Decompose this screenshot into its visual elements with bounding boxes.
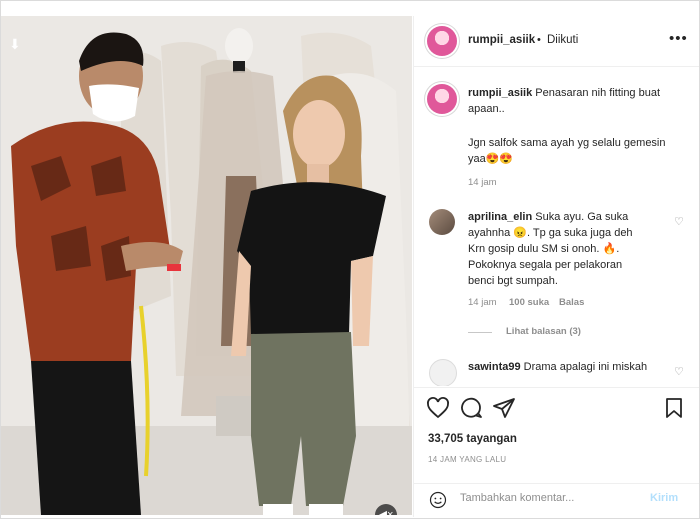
view-count[interactable]: 33,705 tayangan [428,433,517,445]
add-comment-input[interactable] [460,492,640,504]
view-replies-button[interactable]: Lihat balasan (3) [506,326,581,337]
author-avatar[interactable] [427,26,457,56]
caption-line-3: Jgn salfok sama ayah yg selalu gemesin [468,137,666,149]
save-bookmark-icon[interactable] [662,396,686,420]
follow-status-button[interactable]: Diikuti [547,34,578,46]
like-heart-icon[interactable] [426,396,450,420]
comment-username[interactable]: sawinta99 [468,361,521,373]
video-frame-illustration [1,16,412,515]
heart-icon[interactable]: ♡ [674,215,684,228]
caption-line-4: yaa😍😍 [468,153,514,165]
author-username[interactable]: rumpii_asiik [468,34,535,46]
caption-text-2: Jgn salfok sama ayah yg selalu gemesin y… [468,135,688,167]
comment-likes[interactable]: 100 suka [509,297,549,308]
action-bar [414,387,699,428]
comment-line-3: Krn gosip dulu SM si onoh. 🔥. [468,243,620,255]
comment-time: 14 jam [468,297,497,308]
caption-line-1: Penasaran nih fitting buat [535,87,661,99]
caption-text: rumpii_asiik Penasaran nih fitting buat … [468,85,688,117]
comment-line-1: Suka ayu. Ga suka [535,211,629,223]
caption-time: 14 jam [468,177,497,188]
comment-username[interactable]: aprilina_elin [468,211,532,223]
separator-dot: • [537,34,541,46]
comment-text: sawinta99 Drama apalagi ini miskah [468,359,673,375]
comment-text: aprilina_elin Suka ayu. Ga suka ayahnha … [468,209,673,289]
more-horizontal-icon[interactable]: ••• [669,30,688,47]
comment-line-2: ayahnha 😠. Tp ga suka juga deh [468,227,633,239]
comment-icon[interactable] [459,396,483,420]
emoji-icon[interactable] [429,491,447,509]
post-header: rumpii_asiik • Diikuti ••• [414,16,699,67]
caption-username[interactable]: rumpii_asiik [468,87,532,99]
post-timestamp: 14 JAM YANG LALU [428,455,507,464]
post-comment-button[interactable]: Kirim [650,492,678,504]
heart-icon[interactable]: ♡ [674,365,684,378]
post-sidebar: rumpii_asiik • Diikuti ••• rumpii_asiik … [413,16,699,517]
divider [468,332,492,333]
share-icon[interactable] [492,396,516,420]
comments-list[interactable]: rumpii_asiik Penasaran nih fitting buat … [414,67,699,386]
comment-line-4: Pokoknya segala per pelakoran [468,259,623,271]
post-video[interactable]: ⬇ ◀× [1,16,412,515]
caption-avatar[interactable] [427,84,457,114]
comment-line-5: benci bgt sumpah. [468,275,558,287]
add-comment-bar: Kirim [414,483,699,518]
comment-body: Drama apalagi ini miskah [523,361,648,373]
comment-avatar[interactable] [429,359,457,386]
comment-avatar[interactable] [429,209,455,235]
reply-button[interactable]: Balas [559,297,584,308]
arrow-icon: ⬇ [9,36,21,52]
caption-line-2: apaan.. [468,103,505,115]
